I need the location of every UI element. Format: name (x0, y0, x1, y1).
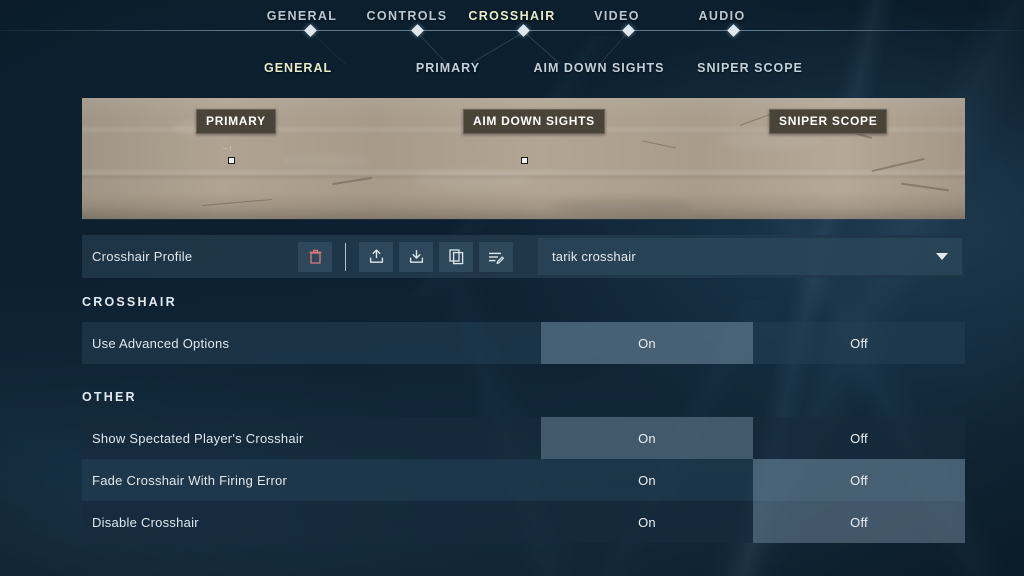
toggle-disable-crosshair: On Off (541, 501, 965, 543)
setting-label: Disable Crosshair (92, 514, 199, 530)
rename-profile-button[interactable] (479, 241, 513, 272)
export-profile-button[interactable] (399, 241, 433, 272)
wall-texture (82, 192, 965, 209)
edit-list-icon (489, 252, 504, 264)
wall-texture (722, 132, 822, 150)
toggle-option-off[interactable]: Off (753, 459, 965, 501)
wall-texture (282, 154, 372, 168)
wall-crack (332, 176, 372, 185)
profile-action-buttons (298, 241, 513, 272)
section-header-other: OTHER (82, 390, 137, 404)
crosshair-profile-selected-value: tarik crosshair (552, 249, 636, 264)
preview-crosshair-tick (230, 146, 231, 151)
preview-crosshair-dot-ads (521, 157, 528, 164)
preview-label-sniper-scope: SNIPER SCOPE (769, 109, 888, 134)
crosshair-profile-row: Crosshair Profile tarik crosshair (82, 235, 965, 278)
toggle-use-advanced-options: On Off (541, 322, 965, 364)
setting-label: Show Spectated Player's Crosshair (92, 430, 304, 446)
upload-icon (369, 249, 383, 263)
wall-texture (412, 168, 532, 190)
toggle-option-off[interactable]: Off (753, 501, 965, 543)
setting-label: Use Advanced Options (92, 335, 230, 351)
button-separator (345, 242, 346, 271)
preview-crosshair-dot-primary (228, 157, 235, 164)
toggle-option-on[interactable]: On (541, 501, 753, 543)
wall-crack (901, 182, 949, 191)
setting-row-disable-crosshair: Disable Crosshair On Off (82, 501, 965, 543)
chevron-down-icon (936, 253, 948, 260)
copy-icon (448, 249, 463, 265)
trash-icon (309, 249, 321, 264)
crosshair-profile-select[interactable]: tarik crosshair (538, 238, 962, 275)
preview-crosshair-tick (223, 148, 227, 149)
preview-label-aim-down-sights: AIM DOWN SIGHTS (463, 109, 605, 134)
toggle-option-off[interactable]: Off (753, 417, 965, 459)
setting-row-show-spectated-crosshair: Show Spectated Player's Crosshair On Off (82, 417, 965, 459)
crosshair-profile-label: Crosshair Profile (92, 249, 193, 264)
setting-label: Fade Crosshair With Firing Error (92, 472, 288, 488)
wall-crack (871, 157, 925, 172)
crosshair-preview: PRIMARY AIM DOWN SIGHTS SNIPER SCOPE (82, 98, 965, 219)
setting-row-fade-crosshair-firing-error: Fade Crosshair With Firing Error On Off (82, 459, 965, 501)
toggle-option-on[interactable]: On (541, 459, 753, 501)
preview-label-primary: PRIMARY (196, 109, 276, 134)
download-icon (409, 250, 423, 263)
delete-profile-button[interactable] (298, 241, 332, 272)
wall-crack (202, 198, 272, 207)
import-profile-button[interactable] (359, 241, 393, 272)
duplicate-profile-button[interactable] (439, 241, 473, 272)
toggle-option-on[interactable]: On (541, 417, 753, 459)
section-header-crosshair: CROSSHAIR (82, 295, 177, 309)
toggle-show-spectated-crosshair: On Off (541, 417, 965, 459)
setting-row-use-advanced-options: Use Advanced Options On Off (82, 322, 965, 364)
toggle-option-on[interactable]: On (541, 322, 753, 364)
toggle-option-off[interactable]: Off (753, 322, 965, 364)
wall-texture (552, 198, 692, 214)
wall-crack (642, 140, 676, 149)
toggle-fade-crosshair-firing-error: On Off (541, 459, 965, 501)
